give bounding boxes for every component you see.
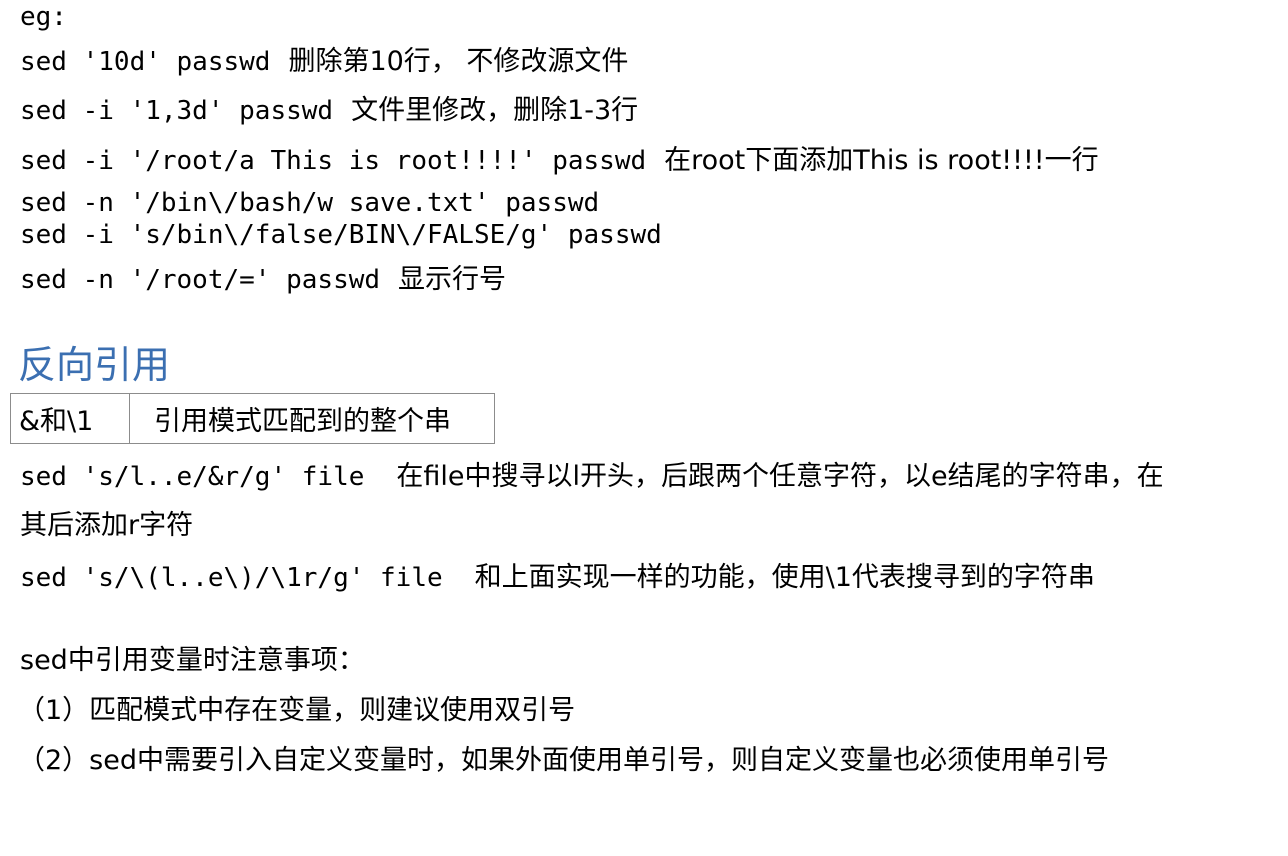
backref-table: &和\1 引用模式匹配到的整个串 <box>10 393 495 444</box>
notes-title: sed中引用变量时注意事项： <box>20 645 365 676</box>
example-line-6: sed -n '/root/=' passwd 显示行号 <box>20 262 506 297</box>
command-text: sed -i '1,3d' passwd <box>20 96 334 126</box>
command-text: sed 's/\(l..e\)/\1r/g' file <box>20 563 443 593</box>
command-note: 在file中搜寻以l开头，后跟两个任意字符，以e结尾的字符串，在 <box>396 461 1164 492</box>
command-note: 和上面实现一样的功能，使用\1代表搜寻到的字符串 <box>474 562 1095 593</box>
example-line-4: sed -n '/bin\/bash/w save.txt' passwd <box>20 188 600 218</box>
examples-label: eg: <box>20 2 67 32</box>
example-line-5: sed -i 's/bin\/false/BIN\/FALSE/g' passw… <box>20 220 662 250</box>
backref-example-2: sed 's/\(l..e\)/\1r/g' file 和上面实现一样的功能，使用… <box>20 560 1095 595</box>
table-row: &和\1 引用模式匹配到的整个串 <box>10 393 495 444</box>
command-text: sed '10d' passwd <box>20 47 271 77</box>
command-note: 显示行号 <box>398 264 507 295</box>
example-line-3: sed -i '/root/a This is root!!!!' passwd… <box>20 143 1099 178</box>
command-text: sed 's/l..e/&r/g' file <box>20 462 365 492</box>
notes-item-2: （2）sed中需要引入自定义变量时，如果外面使用单引号，则自定义变量也必须使用单… <box>18 745 1109 776</box>
backref-example-1: sed 's/l..e/&r/g' file 在file中搜寻以l开头，后跟两个任… <box>20 459 1164 494</box>
command-text: sed -n '/root/=' passwd <box>20 265 381 295</box>
backref-example-1-continued: 其后添加r字符 <box>20 510 194 541</box>
command-text: sed -i '/root/a This is root!!!!' passwd <box>20 146 647 176</box>
command-note: 文件里修改，删除1-3行 <box>351 95 639 126</box>
section-heading-backref: 反向引用 <box>18 343 171 387</box>
command-note: 删除第10行， 不修改源文件 <box>288 46 629 77</box>
example-line-1: sed '10d' passwd 删除第10行， 不修改源文件 <box>20 44 628 79</box>
table-cell-description: 引用模式匹配到的整个串 <box>129 393 495 444</box>
notes-item-1: （1）匹配模式中存在变量，则建议使用双引号 <box>18 695 576 726</box>
example-line-2: sed -i '1,3d' passwd 文件里修改，删除1-3行 <box>20 93 638 128</box>
table-cell-symbol: &和\1 <box>10 393 130 444</box>
command-note: 在root下面添加This is root!!!!一行 <box>664 145 1099 176</box>
